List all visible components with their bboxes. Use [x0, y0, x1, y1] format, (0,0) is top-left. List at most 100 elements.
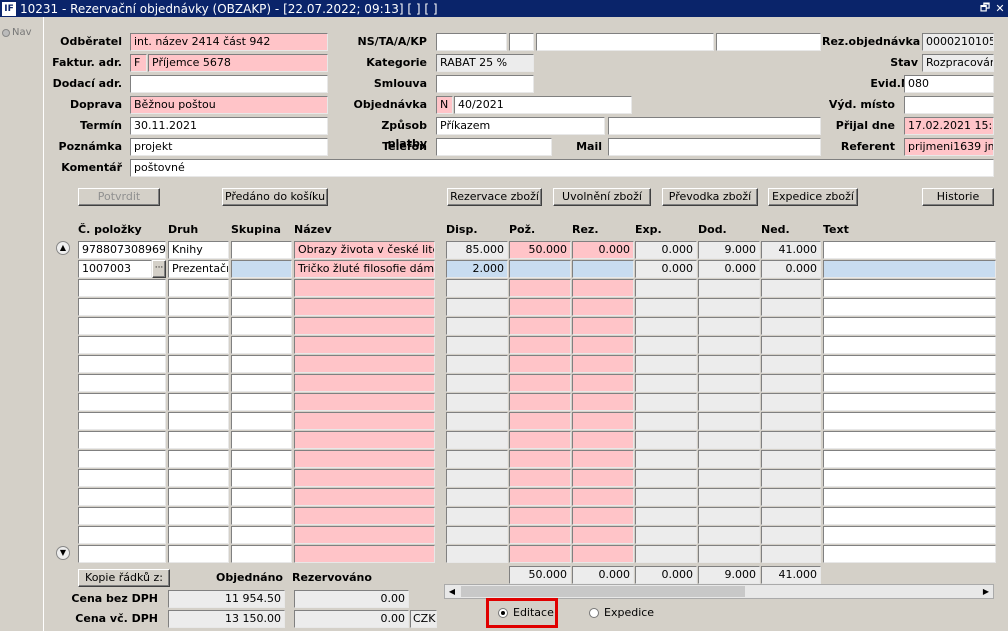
cell-ned[interactable] — [761, 545, 821, 563]
cell-exp[interactable] — [635, 526, 697, 544]
vydmisto-field[interactable] — [904, 96, 994, 114]
cell-ned[interactable] — [761, 469, 821, 487]
scroll-down-icon[interactable]: ▼ — [56, 546, 70, 560]
cell-ned[interactable] — [761, 431, 821, 449]
cell-dod[interactable] — [698, 450, 760, 468]
cell-druh[interactable] — [168, 450, 229, 468]
cell-ned[interactable] — [761, 526, 821, 544]
cell-poz[interactable] — [509, 545, 571, 563]
cell-nazev[interactable] — [294, 526, 435, 544]
prijal-field[interactable]: 17.02.2021 15:34 — [904, 117, 994, 135]
cell-skupina[interactable] — [231, 393, 292, 411]
cell-druh[interactable]: Prezentační — [168, 260, 229, 278]
cell-skupina[interactable] — [231, 260, 292, 278]
faktur-field[interactable]: Příjemce 5678 — [148, 54, 328, 72]
cell-druh[interactable] — [168, 507, 229, 525]
radio-editace[interactable]: Editace — [498, 606, 554, 619]
cell-dod[interactable] — [698, 469, 760, 487]
cell-cislo[interactable] — [78, 393, 166, 411]
lov-button-icon[interactable]: ··· — [152, 260, 166, 278]
cell-disp[interactable]: 85.000 — [446, 241, 508, 259]
stav-field[interactable]: Rozpracován — [922, 54, 994, 72]
cell-skupina[interactable] — [231, 469, 292, 487]
cell-exp[interactable] — [635, 488, 697, 506]
cell-dod[interactable] — [698, 393, 760, 411]
cell-skupina[interactable] — [231, 526, 292, 544]
smlouva-field[interactable] — [436, 75, 534, 93]
faktur-code-field[interactable]: F — [130, 54, 147, 72]
cell-druh[interactable] — [168, 279, 229, 297]
evidns-field[interactable]: 080 — [904, 75, 994, 93]
cell-dod[interactable] — [698, 507, 760, 525]
cell-nazev[interactable] — [294, 431, 435, 449]
doprava-field[interactable]: Běžnou poštou — [130, 96, 328, 114]
cell-exp[interactable]: 0.000 — [635, 260, 697, 278]
cell-druh[interactable] — [168, 469, 229, 487]
cell-exp[interactable] — [635, 279, 697, 297]
scroll-right-icon[interactable]: ▶ — [979, 585, 993, 598]
cell-exp[interactable] — [635, 355, 697, 373]
scroll-left-icon[interactable]: ◀ — [445, 585, 459, 598]
cell-text[interactable] — [823, 298, 996, 316]
cell-nazev[interactable]: Obrazy života v české literat — [294, 241, 435, 259]
cell-poz[interactable] — [509, 450, 571, 468]
cell-poz[interactable] — [509, 317, 571, 335]
cell-rez[interactable] — [572, 450, 634, 468]
scroll-up-icon[interactable]: ▲ — [56, 241, 70, 255]
cell-dod[interactable]: 0.000 — [698, 260, 760, 278]
cell-ned[interactable] — [761, 298, 821, 316]
cell-ned[interactable] — [761, 488, 821, 506]
cell-disp[interactable] — [446, 336, 508, 354]
cell-ned[interactable] — [761, 355, 821, 373]
table-vscroll[interactable]: ▲ ▼ — [56, 241, 71, 562]
close-icon[interactable]: ✕ — [993, 2, 1007, 15]
cell-text[interactable] — [823, 507, 996, 525]
cell-ned[interactable] — [761, 279, 821, 297]
cell-skupina[interactable] — [231, 241, 292, 259]
cell-cislo[interactable]: 1007003 — [78, 260, 152, 278]
cell-disp[interactable] — [446, 393, 508, 411]
cell-skupina[interactable] — [231, 507, 292, 525]
cell-text[interactable] — [823, 355, 996, 373]
cell-cislo[interactable]: 9788073089696 — [78, 241, 166, 259]
cell-exp[interactable] — [635, 317, 697, 335]
cell-skupina[interactable] — [231, 488, 292, 506]
objednavka-code-field[interactable]: N — [436, 96, 453, 114]
cell-disp[interactable] — [446, 298, 508, 316]
cell-poz[interactable] — [509, 260, 571, 278]
cell-nazev[interactable] — [294, 298, 435, 316]
cell-dod[interactable] — [698, 298, 760, 316]
poznamka-field[interactable]: projekt — [130, 138, 328, 156]
cell-disp[interactable] — [446, 488, 508, 506]
cell-druh[interactable] — [168, 526, 229, 544]
cell-nazev[interactable] — [294, 374, 435, 392]
cell-disp[interactable] — [446, 526, 508, 544]
cell-nazev[interactable] — [294, 545, 435, 563]
cell-druh[interactable] — [168, 412, 229, 430]
cell-cislo[interactable] — [78, 450, 166, 468]
prevodka-button[interactable]: Převodka zboží — [662, 188, 758, 206]
cell-rez[interactable] — [572, 260, 634, 278]
cell-skupina[interactable] — [231, 374, 292, 392]
cell-skupina[interactable] — [231, 412, 292, 430]
cell-skupina[interactable] — [231, 545, 292, 563]
cell-dod[interactable]: 9.000 — [698, 241, 760, 259]
kopie-button[interactable]: Kopie řádků z: — [78, 569, 170, 587]
cell-nazev[interactable] — [294, 469, 435, 487]
restore-icon[interactable]: 🗗 — [978, 0, 992, 18]
cell-rez[interactable] — [572, 393, 634, 411]
cell-poz[interactable] — [509, 469, 571, 487]
cell-cislo[interactable] — [78, 507, 166, 525]
cell-exp[interactable] — [635, 298, 697, 316]
cell-dod[interactable] — [698, 355, 760, 373]
cell-disp[interactable]: 2.000 — [446, 260, 508, 278]
cell-disp[interactable] — [446, 355, 508, 373]
cell-text[interactable] — [823, 374, 996, 392]
cell-dod[interactable] — [698, 526, 760, 544]
cell-nazev[interactable] — [294, 488, 435, 506]
cell-poz[interactable] — [509, 412, 571, 430]
cell-cislo[interactable] — [78, 279, 166, 297]
cell-disp[interactable] — [446, 317, 508, 335]
cell-disp[interactable] — [446, 374, 508, 392]
cell-exp[interactable] — [635, 431, 697, 449]
